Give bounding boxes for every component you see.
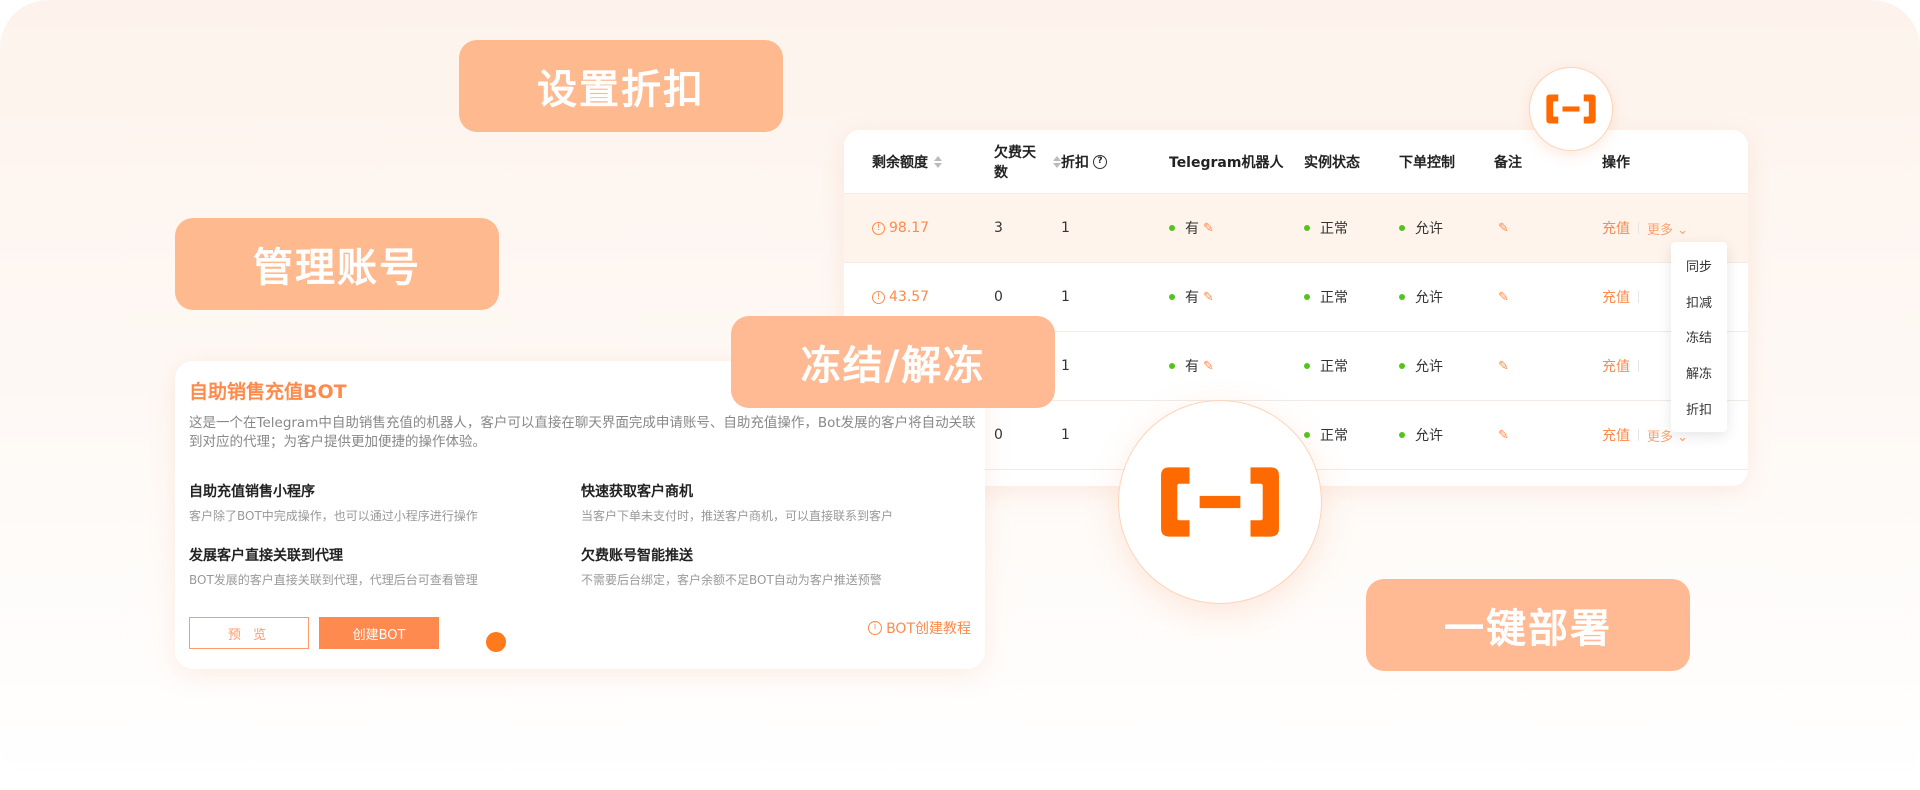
header-overdue-days[interactable]: 欠费天数 [966, 142, 1061, 182]
more-actions-menu: 同步 扣减 冻结 解冻 折扣 [1671, 242, 1727, 432]
edit-remark-icon[interactable]: ✎ [1498, 359, 1509, 374]
more-dropdown[interactable]: 更多 ⌄ [1647, 219, 1688, 238]
header-discount: 折扣? [1061, 152, 1169, 172]
status-dot [1304, 294, 1310, 300]
create-bot-button[interactable]: 创建BOT [319, 617, 439, 649]
help-icon[interactable]: ? [1093, 154, 1107, 169]
info-icon: i [868, 621, 883, 635]
header-order-control: 下单控制 [1399, 154, 1455, 171]
feature-label-account: 管理账号 [175, 218, 499, 310]
table-header: 剩余额度 欠费天数 折扣? Telegram机器人 实例状态 下单控制 备注 操… [844, 130, 1748, 194]
table-row: ! 98.17 3 1 有 ✎ 正常 允许 ✎ 充值 更多 ⌄ [844, 194, 1748, 263]
feature-label-freeze: 冻结/解冻 [731, 316, 1055, 408]
status-dot [1399, 432, 1405, 438]
feature-item: 发展客户直接关联到代理 BOT发展的客户直接关联到代理，代理后台可查看管理 [189, 548, 478, 587]
status-dot [1399, 363, 1405, 369]
status-dot [1169, 225, 1175, 231]
edit-icon[interactable]: ✎ [1203, 290, 1214, 305]
recharge-link[interactable]: 充值 [1602, 287, 1630, 307]
feature-label-discount: 设置折扣 [459, 40, 783, 132]
status-dot [1169, 294, 1175, 300]
header-actions: 操作 [1602, 154, 1630, 171]
menu-item-deduct[interactable]: 扣减 [1686, 292, 1712, 311]
edit-icon[interactable]: ✎ [1203, 221, 1214, 236]
bot-tutorial-link[interactable]: i BOT创建教程 [868, 618, 971, 638]
card-description: 这是一个在Telegram中自助销售充值的机器人，客户可以直接在聊天界面完成申请… [189, 415, 976, 450]
status-dot [1304, 225, 1310, 231]
feature-item: 自助充值销售小程序 客户除了BOT中完成操作，也可以通过小程序进行操作 [189, 484, 478, 523]
menu-item-discount[interactable]: 折扣 [1686, 399, 1712, 418]
feature-item: 快速获取客户商机 当客户下单未支付时，推送客户商机，可以直接联系到客户 [581, 484, 894, 523]
edit-remark-icon[interactable]: ✎ [1498, 290, 1509, 305]
status-dot [1399, 294, 1405, 300]
feature-label-deploy: 一键部署 [1366, 579, 1690, 671]
menu-item-freeze[interactable]: 冻结 [1686, 327, 1712, 346]
menu-item-sync[interactable]: 同步 [1686, 256, 1712, 275]
aliyun-logo-icon [1161, 467, 1279, 537]
status-dot [1169, 363, 1175, 369]
header-instance-status: 实例状态 [1304, 154, 1360, 171]
decorative-dot [486, 632, 506, 652]
feature-item: 欠费账号智能推送 不需要后台绑定，客户余额不足BOT自动为客户推送预警 [581, 548, 882, 587]
sort-icon[interactable] [934, 155, 942, 168]
sort-icon[interactable] [1053, 155, 1061, 168]
recharge-link[interactable]: 充值 [1602, 425, 1630, 445]
aliyun-logo-icon [1546, 94, 1596, 124]
balance-warning: ! 43.57 [872, 289, 929, 305]
header-telegram-bot: Telegram机器人 [1169, 154, 1284, 171]
balance-warning: ! 98.17 [872, 220, 929, 236]
menu-item-unfreeze[interactable]: 解冻 [1686, 363, 1712, 382]
header-remark: 备注 [1494, 154, 1522, 171]
header-balance[interactable]: 剩余额度 [844, 152, 966, 172]
edit-icon[interactable]: ✎ [1203, 359, 1214, 374]
recharge-link[interactable]: 充值 [1602, 218, 1630, 238]
info-icon: ! [872, 290, 885, 304]
status-dot [1304, 432, 1310, 438]
aliyun-logo-badge [1529, 67, 1613, 151]
recharge-link[interactable]: 充值 [1602, 356, 1630, 376]
info-icon: ! [872, 221, 885, 235]
preview-button[interactable]: 预 览 [189, 617, 309, 649]
edit-remark-icon[interactable]: ✎ [1498, 221, 1509, 236]
status-dot [1304, 363, 1310, 369]
status-dot [1399, 225, 1405, 231]
aliyun-logo-large [1118, 400, 1322, 604]
edit-remark-icon[interactable]: ✎ [1498, 428, 1509, 443]
